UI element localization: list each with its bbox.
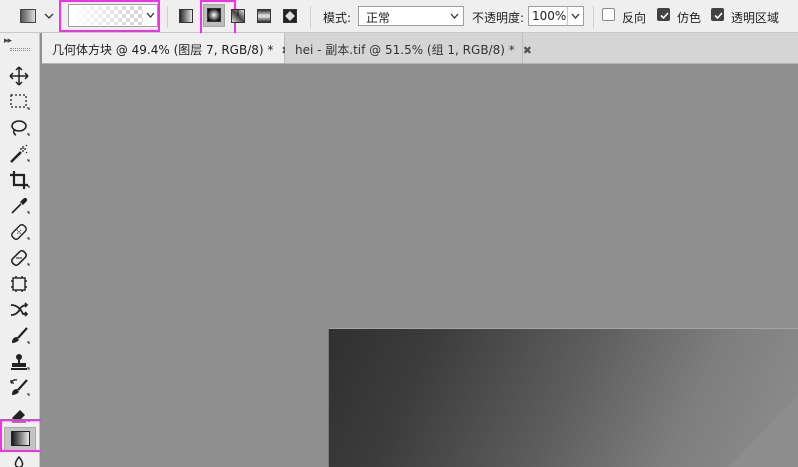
document-canvas[interactable] bbox=[328, 328, 798, 467]
reflected-gradient-button[interactable] bbox=[257, 9, 271, 26]
lasso-tool-icon[interactable] bbox=[8, 117, 30, 139]
canvas-workspace[interactable] bbox=[41, 65, 798, 467]
tool-preset-icon[interactable] bbox=[20, 9, 36, 23]
mode-value: 正常 bbox=[366, 11, 391, 25]
linear-gradient-icon bbox=[179, 9, 193, 23]
tools-panel: ▸▸ bbox=[0, 33, 52, 467]
move-tool-icon[interactable] bbox=[8, 65, 30, 87]
blur-tool-icon[interactable] bbox=[8, 455, 30, 467]
crop-tool-icon[interactable] bbox=[8, 169, 30, 191]
mode-chevron-down-icon bbox=[449, 10, 460, 22]
opacity-chevron-down-icon[interactable] bbox=[567, 7, 583, 25]
reflected-gradient-icon bbox=[257, 9, 271, 23]
angle-gradient-button[interactable] bbox=[231, 9, 245, 26]
options-bar: 模式: 正常 不透明度: 100% 反向 仿色 透明区域 bbox=[0, 0, 798, 40]
divider bbox=[310, 6, 311, 28]
tool-preset-chevron-down-icon[interactable] bbox=[43, 9, 55, 23]
diamond-gradient-button[interactable] bbox=[283, 9, 297, 26]
canvas-shape bbox=[728, 397, 798, 467]
angle-gradient-icon bbox=[231, 9, 245, 23]
mode-select[interactable]: 正常 bbox=[358, 6, 464, 26]
opacity-label: 不透明度: bbox=[472, 11, 525, 25]
content-aware-move-tool-icon[interactable] bbox=[8, 273, 30, 295]
divider bbox=[167, 6, 168, 28]
rectangular-marquee-tool-icon[interactable] bbox=[8, 91, 30, 113]
panel-grip[interactable] bbox=[10, 48, 30, 51]
tab-document-1[interactable]: 几何体方块 @ 49.4% (图层 7, RGB/8) *✖ bbox=[42, 33, 291, 63]
opacity-input[interactable]: 100% bbox=[528, 6, 584, 26]
transparency-checkbox[interactable] bbox=[711, 8, 724, 21]
spot-healing-brush-tool-icon[interactable] bbox=[8, 221, 30, 243]
reverse-label: 反向 bbox=[622, 11, 647, 25]
magic-wand-tool-icon[interactable] bbox=[8, 143, 30, 165]
close-icon[interactable]: ✖ bbox=[523, 44, 532, 57]
opacity-value: 100% bbox=[532, 9, 567, 23]
patch-tool-icon[interactable] bbox=[8, 247, 30, 269]
document-tab-strip: 几何体方块 @ 49.4% (图层 7, RGB/8) *✖ hei - 副本.… bbox=[42, 33, 798, 64]
checkmark-icon bbox=[714, 12, 723, 20]
divider bbox=[593, 6, 594, 28]
dither-label: 仿色 bbox=[677, 11, 702, 25]
eyedropper-tool-icon[interactable] bbox=[8, 195, 30, 217]
linear-gradient-button[interactable] bbox=[179, 9, 193, 26]
brush-tool-icon[interactable] bbox=[8, 325, 30, 347]
clone-stamp-tool-icon[interactable] bbox=[8, 351, 30, 373]
tab-title: 几何体方块 @ 49.4% (图层 7, RGB/8) * bbox=[52, 43, 274, 57]
dither-checkbox[interactable] bbox=[657, 8, 670, 21]
transparency-label: 透明区域 bbox=[731, 11, 780, 25]
history-brush-tool-icon[interactable] bbox=[8, 377, 30, 399]
collapse-panel-icon[interactable]: ▸▸ bbox=[4, 36, 12, 46]
reverse-checkbox[interactable] bbox=[602, 8, 615, 21]
diamond-gradient-icon bbox=[283, 9, 297, 23]
red-eye-tool-icon[interactable] bbox=[8, 299, 30, 321]
gradient-picker-highlight bbox=[59, 0, 160, 32]
tab-document-2[interactable]: hei - 副本.tif @ 51.5% (组 1, RGB/8) * ✖ bbox=[285, 33, 532, 63]
checkmark-icon bbox=[660, 12, 669, 20]
mode-label: 模式: bbox=[323, 11, 352, 25]
tab-title: hei - 副本.tif @ 51.5% (组 1, RGB/8) * bbox=[295, 43, 515, 57]
